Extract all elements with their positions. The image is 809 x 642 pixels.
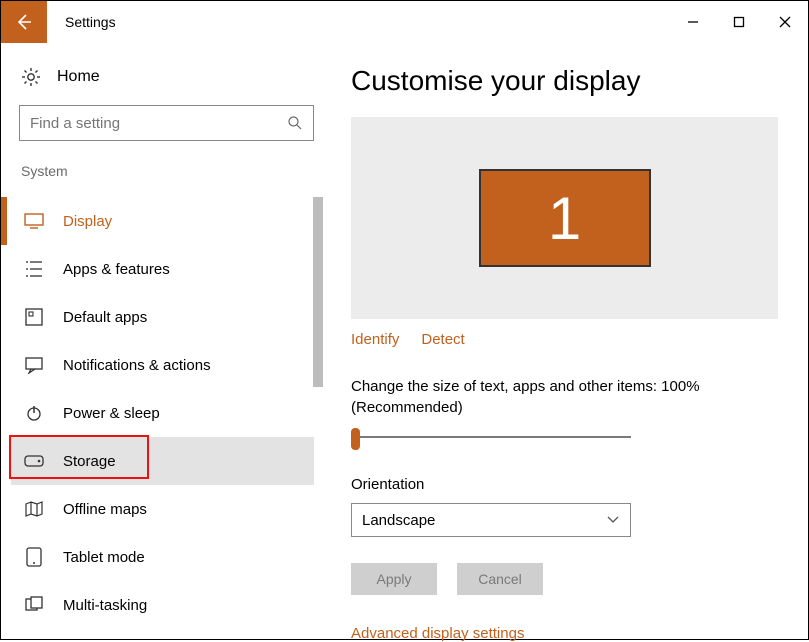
maps-icon xyxy=(23,500,45,518)
page-title: Customise your display xyxy=(351,65,778,97)
apply-button[interactable]: Apply xyxy=(351,563,437,595)
search-icon xyxy=(287,115,303,131)
sidebar-item-notifications[interactable]: Notifications & actions xyxy=(19,341,314,389)
apps-icon xyxy=(23,260,45,278)
sidebar-item-label: Multi-tasking xyxy=(63,597,147,614)
maximize-button[interactable] xyxy=(716,1,762,43)
slider-thumb[interactable] xyxy=(351,428,360,450)
chevron-down-icon xyxy=(606,515,620,525)
monitor-thumbnail[interactable]: 1 xyxy=(479,169,651,267)
sidebar-item-label: Apps & features xyxy=(63,261,170,278)
orientation-value: Landscape xyxy=(362,512,435,529)
home-link[interactable]: Home xyxy=(19,61,321,105)
back-button[interactable] xyxy=(1,1,47,43)
detect-link[interactable]: Detect xyxy=(421,331,464,348)
close-icon xyxy=(779,16,791,28)
minimize-button[interactable] xyxy=(670,1,716,43)
arrow-left-icon xyxy=(14,12,34,32)
slider-track xyxy=(351,436,631,438)
window-title: Settings xyxy=(47,1,670,43)
sidebar-item-label: Display xyxy=(63,213,112,230)
cancel-button[interactable]: Cancel xyxy=(457,563,543,595)
search-input-wrap[interactable] xyxy=(19,105,314,141)
gear-icon xyxy=(21,67,41,87)
notifications-icon xyxy=(23,356,45,374)
sidebar-item-label: Power & sleep xyxy=(63,405,160,422)
sidebar-item-label: Default apps xyxy=(63,309,147,326)
close-button[interactable] xyxy=(762,1,808,43)
search-input[interactable] xyxy=(30,115,287,132)
maximize-icon xyxy=(733,16,745,28)
tablet-icon xyxy=(23,547,45,567)
sidebar-item-tablet[interactable]: Tablet mode xyxy=(19,533,314,581)
storage-icon xyxy=(23,455,45,467)
sidebar: Home System Display Apps & features Defa… xyxy=(1,43,321,641)
titlebar: Settings xyxy=(1,1,808,43)
sidebar-item-storage[interactable]: Storage xyxy=(11,437,314,485)
default-apps-icon xyxy=(23,308,45,326)
multitasking-icon xyxy=(23,596,45,614)
sidebar-item-apps[interactable]: Apps & features xyxy=(19,245,314,293)
sidebar-item-label: Tablet mode xyxy=(63,549,145,566)
sidebar-item-label: Storage xyxy=(63,453,116,470)
sidebar-item-multitasking[interactable]: Multi-tasking xyxy=(19,581,314,629)
orientation-select[interactable]: Landscape xyxy=(351,503,631,537)
display-preview[interactable]: 1 xyxy=(351,117,778,319)
monitor-number: 1 xyxy=(548,184,581,253)
sidebar-item-label: Notifications & actions xyxy=(63,357,211,374)
identify-link[interactable]: Identify xyxy=(351,331,399,348)
advanced-display-link[interactable]: Advanced display settings xyxy=(351,625,778,642)
home-label: Home xyxy=(57,68,100,86)
sidebar-item-display[interactable]: Display xyxy=(19,197,314,245)
sidebar-item-label: Offline maps xyxy=(63,501,147,518)
nav-list: Display Apps & features Default apps Not… xyxy=(19,197,321,629)
scale-label: Change the size of text, apps and other … xyxy=(351,376,778,418)
sidebar-item-maps[interactable]: Offline maps xyxy=(19,485,314,533)
display-icon xyxy=(23,213,45,229)
power-icon xyxy=(23,404,45,422)
minimize-icon xyxy=(687,16,699,28)
main-pane: Customise your display 1 Identify Detect… xyxy=(321,43,808,641)
section-label: System xyxy=(19,163,321,179)
orientation-label: Orientation xyxy=(351,474,778,495)
active-indicator xyxy=(1,197,7,245)
scale-slider[interactable] xyxy=(351,426,631,450)
sidebar-item-default-apps[interactable]: Default apps xyxy=(19,293,314,341)
sidebar-item-power[interactable]: Power & sleep xyxy=(19,389,314,437)
